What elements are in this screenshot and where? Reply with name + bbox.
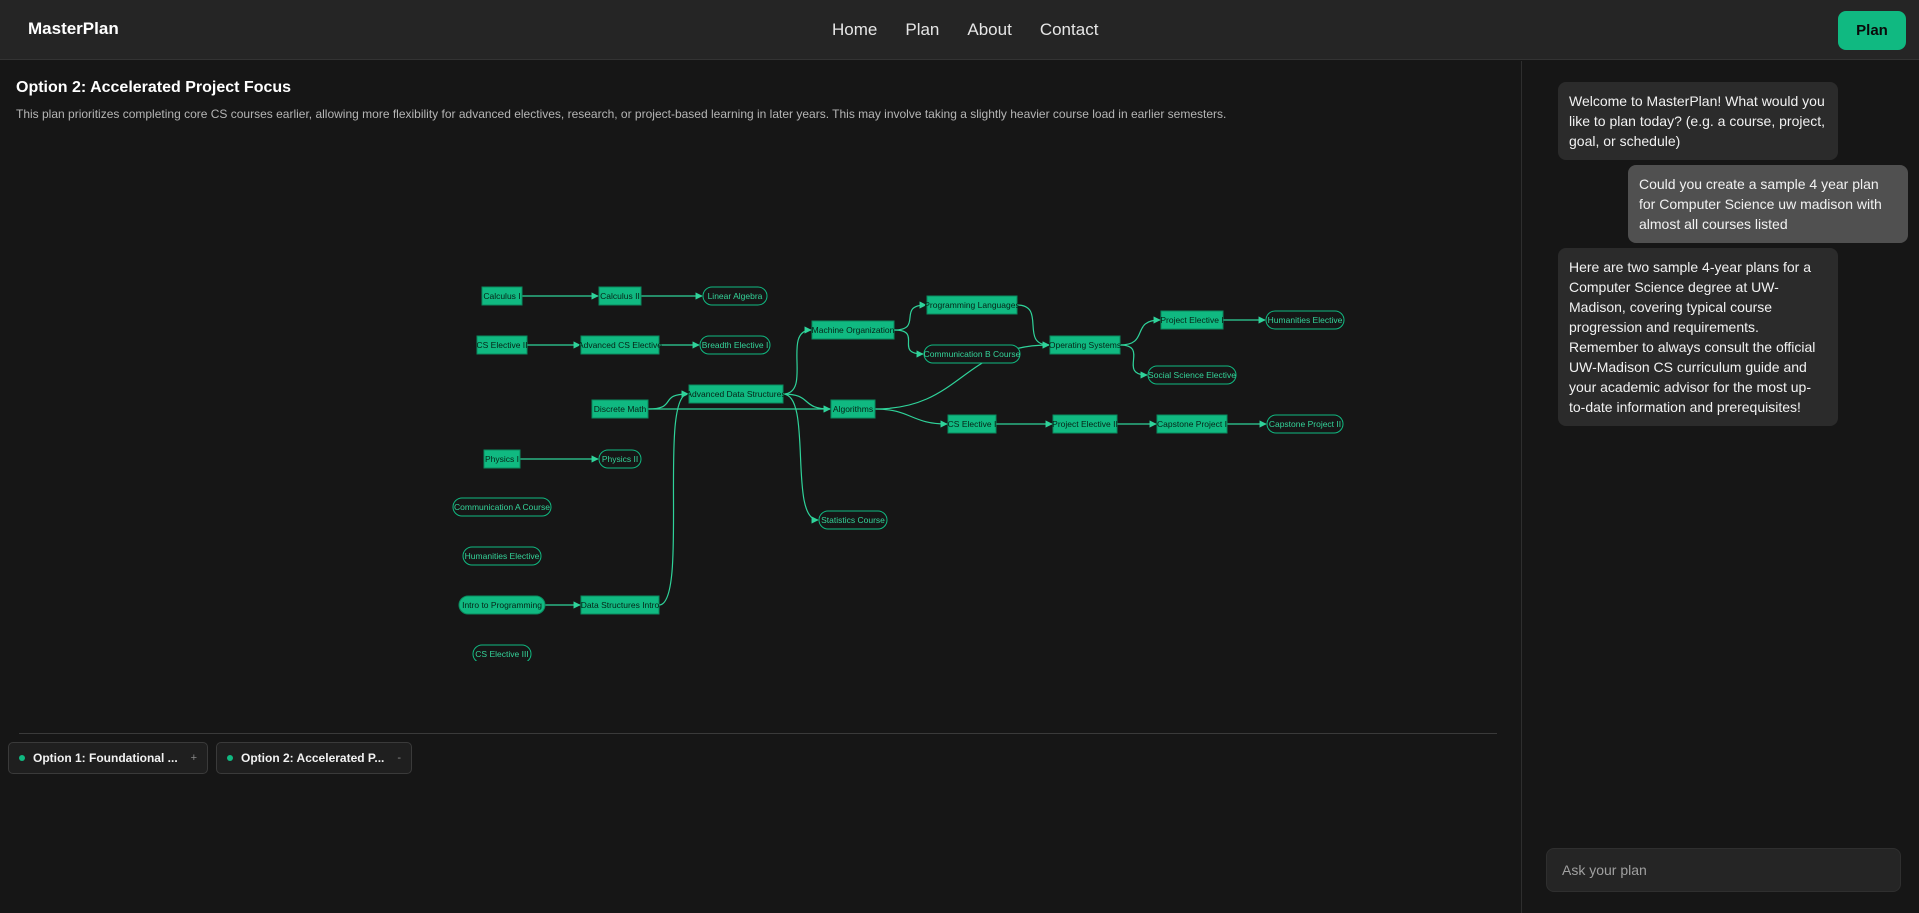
course-node-socsci[interactable]: Social Science Elective	[1147, 365, 1237, 385]
course-node-breadth1[interactable]: Breadth Elective I	[699, 335, 771, 355]
course-node-label: Algorithms	[833, 404, 873, 414]
graph-divider	[19, 733, 1497, 734]
course-node-label: Advanced Data Structures	[686, 389, 785, 399]
course-node-commb[interactable]: Communication B Course	[923, 344, 1021, 364]
course-node-projelec2[interactable]: Project Elective II	[1052, 414, 1118, 434]
course-node-label: Humanities Elective	[1268, 315, 1343, 325]
graph-edge	[782, 326, 812, 395]
course-node-label: Breadth Elective I	[702, 340, 769, 350]
tab-label: Option 2: Accelerated P...	[241, 751, 385, 765]
course-node-cselec3[interactable]: CS Elective III	[472, 644, 532, 661]
tab-option-1[interactable]: Option 1: Foundational ... +	[8, 742, 208, 774]
course-node-humelec1[interactable]: Humanities Elective	[462, 546, 542, 566]
nav-home[interactable]: Home	[832, 20, 877, 40]
course-node-label: Communication A Course	[454, 502, 550, 512]
tab-label: Option 1: Foundational ...	[33, 751, 178, 765]
brand-logo[interactable]: MasterPlan	[28, 19, 119, 39]
graph-edge	[1119, 316, 1161, 346]
graph-edge	[1016, 304, 1050, 349]
course-node-cselec2[interactable]: CS Elective II	[476, 335, 528, 355]
course-node-comma[interactable]: Communication A Course	[452, 497, 552, 517]
course-node-label: Intro to Programming	[462, 600, 542, 610]
course-node-dsintro[interactable]: Data Structures Intro	[580, 595, 660, 615]
course-node-label: Data Structures Intro	[581, 600, 660, 610]
course-node-cap2[interactable]: Capstone Project II	[1266, 414, 1344, 434]
course-node-label: Project Elective II	[1052, 419, 1118, 429]
tab-option-2[interactable]: Option 2: Accelerated P... -	[216, 742, 412, 774]
graph-edge	[647, 390, 689, 410]
course-node-label: Capstone Project I	[1157, 419, 1227, 429]
course-node-label: Linear Algebra	[708, 291, 763, 301]
course-node-ads[interactable]: Advanced Data Structures	[686, 384, 786, 404]
chat-message-user: Could you create a sample 4 year plan fo…	[1628, 165, 1908, 243]
course-node-label: CS Elective III	[475, 649, 528, 659]
course-node-cselec1[interactable]: CS Elective I	[947, 414, 997, 434]
course-node-label: Statistics Course	[821, 515, 885, 525]
course-node-label: Physics I	[485, 454, 519, 464]
course-node-discrete[interactable]: Discrete Math	[591, 399, 649, 419]
graph-edge	[658, 390, 689, 606]
main-nav: Home Plan About Contact	[832, 20, 1098, 40]
course-node-label: Advanced CS Elective	[578, 340, 662, 350]
chat-message-bot: Here are two sample 4-year plans for a C…	[1558, 248, 1838, 426]
course-node-label: Calculus II	[600, 291, 640, 301]
course-node-intro[interactable]: Intro to Programming	[458, 595, 546, 615]
graph-edge	[893, 329, 924, 358]
graph-edge	[893, 301, 927, 331]
graph-edge	[874, 408, 948, 428]
course-node-label: Humanities Elective	[465, 551, 540, 561]
course-node-label: Programming Languages	[924, 300, 1019, 310]
course-node-label: Social Science Elective	[1148, 370, 1236, 380]
course-node-stats[interactable]: Statistics Course	[818, 510, 888, 530]
top-bar: MasterPlan Home Plan About Contact Plan	[0, 0, 1919, 60]
course-node-projelec1[interactable]: Project Elective I	[1160, 310, 1224, 330]
nav-plan[interactable]: Plan	[905, 20, 939, 40]
course-node-label: Physics II	[602, 454, 638, 464]
tab-expand-icon[interactable]: +	[191, 752, 197, 764]
chat-input[interactable]	[1546, 848, 1901, 892]
course-node-label: Machine Organization	[812, 325, 895, 335]
course-node-label: Project Elective I	[1160, 315, 1223, 325]
course-node-machorg[interactable]: Machine Organization	[811, 320, 895, 340]
plan-button[interactable]: Plan	[1838, 11, 1906, 50]
graph-edge	[782, 393, 831, 413]
course-node-label: Calculus I	[483, 291, 520, 301]
course-node-calc1[interactable]: Calculus I	[481, 286, 523, 306]
tab-status-dot	[227, 755, 233, 761]
course-node-label: Operating Systems	[1049, 340, 1121, 350]
course-node-label: Discrete Math	[594, 404, 647, 414]
chat-message-bot: Welcome to MasterPlan! What would you li…	[1558, 82, 1838, 160]
graph-edge	[1119, 344, 1148, 379]
graph-edge	[782, 393, 819, 524]
course-node-calc2[interactable]: Calculus II	[598, 286, 642, 306]
course-node-linalg[interactable]: Linear Algebra	[702, 286, 768, 306]
nav-about[interactable]: About	[967, 20, 1011, 40]
tab-collapse-icon[interactable]: -	[397, 752, 401, 764]
course-node-proglang[interactable]: Programming Languages	[924, 295, 1020, 315]
tab-status-dot	[19, 755, 25, 761]
course-node-cap1[interactable]: Capstone Project I	[1156, 414, 1228, 434]
course-node-label: CS Elective I	[948, 419, 997, 429]
course-node-phys1[interactable]: Physics I	[483, 449, 521, 469]
course-node-advcselec[interactable]: Advanced CS Elective	[578, 335, 662, 355]
course-node-os[interactable]: Operating Systems	[1049, 335, 1121, 355]
course-graph[interactable]: Calculus I Calculus II Linear Algebra CS El…	[0, 61, 1521, 661]
nav-contact[interactable]: Contact	[1040, 20, 1099, 40]
course-node-label: Capstone Project II	[1269, 419, 1341, 429]
course-node-phys2[interactable]: Physics II	[598, 449, 642, 469]
course-node-humelec2[interactable]: Humanities Elective	[1265, 310, 1345, 330]
course-node-label: CS Elective II	[476, 340, 527, 350]
course-node-label: Communication B Course	[924, 349, 1021, 359]
course-node-algo[interactable]: Algorithms	[830, 399, 876, 419]
plan-panel: Option 2: Accelerated Project Focus This…	[0, 61, 1521, 913]
